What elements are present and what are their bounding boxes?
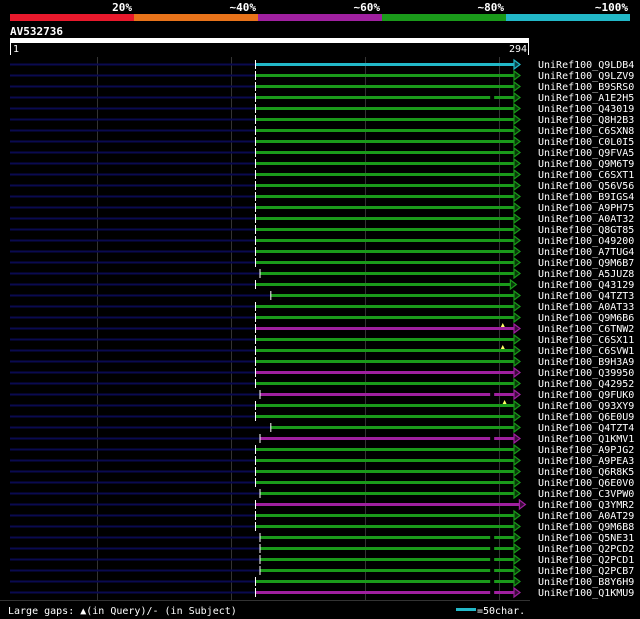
hit-label[interactable]: UniRef100_B9H3A9 [538, 357, 634, 368]
hit-label[interactable]: UniRef100_Q9M6B7 [538, 258, 634, 269]
scale-label: ~80% [478, 1, 505, 14]
scale-label: ~60% [354, 1, 381, 14]
hit-label[interactable]: UniRef100_Q1KMV1 [538, 434, 634, 445]
hit-label[interactable]: UniRef100_A9PH75 [538, 203, 634, 214]
hit-label[interactable]: UniRef100_C6SVW1 [538, 346, 634, 357]
hit-label[interactable]: UniRef100_Q2PCD1 [538, 555, 634, 566]
hit-label[interactable]: UniRef100_C3VPW0 [538, 489, 634, 500]
hit-label[interactable]: UniRef100_Q5NE31 [538, 533, 634, 544]
scale-label: ~40% [230, 1, 257, 14]
hit-label[interactable]: UniRef100_A0AT33 [538, 302, 634, 313]
hit-label[interactable]: UniRef100_C6SX11 [538, 335, 634, 346]
identity-scale-bar [10, 14, 630, 21]
hit-label[interactable]: UniRef100_B9SRS0 [538, 82, 634, 93]
query-end-label: 294 [509, 44, 527, 55]
hit-label[interactable]: UniRef100_A9PEA3 [538, 456, 634, 467]
hit-label[interactable]: UniRef100_C6SXN8 [538, 126, 634, 137]
hit-label[interactable]: UniRef100_A7TUG4 [538, 247, 634, 258]
hit-label[interactable]: UniRef100_Q56V56 [538, 181, 634, 192]
hit-label[interactable]: UniRef100_Q4TZT3 [538, 291, 634, 302]
scale-segment [382, 14, 506, 21]
hit-label[interactable]: UniRef100_Q42952 [538, 379, 634, 390]
hit-label[interactable]: UniRef100_Q1KMU9 [538, 588, 634, 599]
hit-label[interactable]: UniRef100_A1E2H5 [538, 93, 634, 104]
gaps-legend-text: Large gaps: ▲(in Query)/- (in Subject) [8, 606, 237, 617]
hit-label[interactable]: UniRef100_Q6R8K5 [538, 467, 634, 478]
hit-label[interactable]: UniRef100_C0L0I5 [538, 137, 634, 148]
hit-label[interactable]: UniRef100_Q3YMR2 [538, 500, 634, 511]
scale-legend-text: =50char. [477, 606, 525, 617]
hit-label[interactable]: UniRef100_A0AT29 [538, 511, 634, 522]
hit-label[interactable]: UniRef100_Q93XY9 [538, 401, 634, 412]
hit-label[interactable]: UniRef100_A0AT32 [538, 214, 634, 225]
hit-label[interactable]: UniRef100_Q2PCD2 [538, 544, 634, 555]
hit-label[interactable]: UniRef100_Q9LZV9 [538, 71, 634, 82]
hit-label[interactable]: UniRef100_Q9M6T9 [538, 159, 634, 170]
hit-label[interactable]: UniRef100_O49200 [538, 236, 634, 247]
hit-label[interactable]: UniRef100_Q9FUK0 [538, 390, 634, 401]
query-start-label: 1 [13, 44, 19, 55]
query-id: AV532736 [10, 25, 63, 38]
hit-label[interactable]: UniRef100_Q43019 [538, 104, 634, 115]
hit-label[interactable]: UniRef100_C6TNW2 [538, 324, 634, 335]
hit-label[interactable]: UniRef100_Q9M6B6 [538, 313, 634, 324]
alignment-chart: 20% ~40% ~60% ~80% ~100% AV532736 1 294 UniRe… [0, 0, 640, 619]
hit-label[interactable]: UniRef100_Q9LDB4 [538, 60, 634, 71]
hit-label[interactable]: UniRef100_Q43129 [538, 280, 634, 291]
hit-label[interactable]: UniRef100_B8Y6H9 [538, 577, 634, 588]
hit-label[interactable]: UniRef100_Q4TZT4 [538, 423, 634, 434]
scale-segment [134, 14, 258, 21]
hit-label[interactable]: UniRef100_Q2PCB7 [538, 566, 634, 577]
hit-label[interactable]: UniRef100_B9IGS4 [538, 192, 634, 203]
hit-label[interactable]: UniRef100_Q6E0U9 [538, 412, 634, 423]
scale-legend-bar [456, 608, 476, 611]
hit-label[interactable]: UniRef100_C6SXT1 [538, 170, 634, 181]
hit-label[interactable]: UniRef100_Q9M6B8 [538, 522, 634, 533]
hit-label[interactable]: UniRef100_Q9FVA5 [538, 148, 634, 159]
scale-segment [506, 14, 630, 21]
scale-segment [258, 14, 382, 21]
hit-label[interactable]: UniRef100_Q8H2B3 [538, 115, 634, 126]
hit-label[interactable]: UniRef100_Q6E0V0 [538, 478, 634, 489]
hit-label[interactable]: UniRef100_Q39950 [538, 368, 634, 379]
hit-label[interactable]: UniRef100_A9PJG2 [538, 445, 634, 456]
scale-label: ~100% [595, 1, 628, 14]
scale-segment [10, 14, 134, 21]
scale-label: 20% [112, 1, 132, 14]
hit-label[interactable]: UniRef100_A5JUZ8 [538, 269, 634, 280]
hit-label[interactable]: UniRef100_Q8GT85 [538, 225, 634, 236]
query-bar-fill [10, 38, 529, 43]
